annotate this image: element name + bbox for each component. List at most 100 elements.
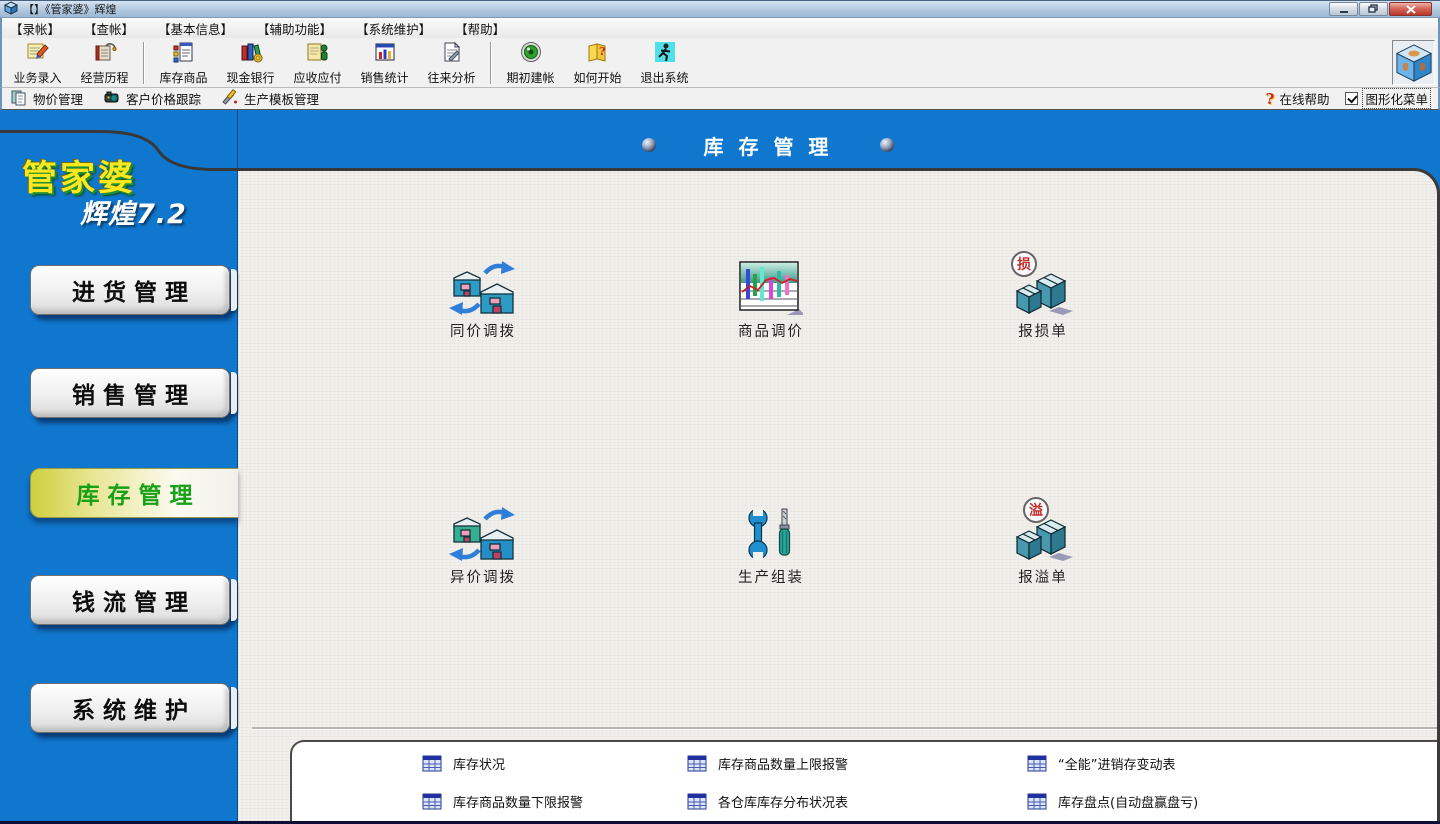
sidebar: 管家婆 辉煌7.2 进货管理 销售管理 库存管理 钱流管理 系统维护 bbox=[0, 110, 238, 821]
graphic-menu-checkbox[interactable] bbox=[1345, 92, 1358, 105]
toolbar-inventory-goods[interactable]: 库存商品 bbox=[150, 40, 217, 86]
production-template-icon bbox=[221, 88, 239, 109]
report-allpower-change-table[interactable]: “全能”进销存变动表 bbox=[1027, 754, 1175, 773]
loss-report-icon: 损 bbox=[1009, 261, 1077, 315]
grid-item-label: 同价调拨 bbox=[450, 320, 516, 341]
inventory-goods-icon bbox=[172, 40, 196, 68]
menu-bar: 【录帐】 【查帐】 【基本信息】 【辅助功能】 【系统维护】 【帮助】 bbox=[0, 18, 1440, 38]
menu-record[interactable]: 【录帐】 bbox=[10, 19, 60, 38]
restore-button[interactable] bbox=[1359, 2, 1388, 16]
reports-panel: 库存状况 库存商品数量上限报警 “全能”进销存变动表 库存商品数量下限报警 各仓… bbox=[290, 740, 1437, 821]
toolbar-business-entry[interactable]: 业务录入 bbox=[4, 40, 71, 86]
logo-version: 辉煌7.2 bbox=[80, 192, 187, 231]
toolbar-cash-bank[interactable]: 现金银行 bbox=[217, 40, 284, 86]
main-area: 库 存 管 理 同价调拨 商品调价 损 bbox=[0, 110, 1440, 821]
app-window: 【】《管家婆》辉煌 【录帐】 【查帐】 【基本信息】 【辅助功能】 【系统维护】… bbox=[0, 0, 1440, 824]
icon-item-same-price-transfer[interactable]: 同价调拨 bbox=[408, 261, 558, 341]
report-label: “全能”进销存变动表 bbox=[1058, 754, 1175, 773]
toolbar-label: 退出系统 bbox=[640, 69, 688, 86]
toolbar-label: 期初建帐 bbox=[506, 69, 554, 86]
page-title: 库 存 管 理 bbox=[704, 131, 833, 160]
grid-item-label: 商品调价 bbox=[738, 320, 804, 341]
report-upper-limit-alert[interactable]: 库存商品数量上限报警 bbox=[687, 754, 848, 773]
sales-stats-icon bbox=[373, 40, 397, 68]
icon-item-goods-price-adjust[interactable]: 商品调价 bbox=[696, 261, 846, 341]
same-price-transfer-icon bbox=[449, 261, 517, 315]
toolbar-how-to-start[interactable]: ? 如何开始 bbox=[564, 40, 631, 86]
online-help-button[interactable]: ? 在线帮助 bbox=[1266, 89, 1330, 108]
menu-basic-info[interactable]: 【基本信息】 bbox=[158, 19, 233, 38]
production-template-button[interactable]: 生产模板管理 bbox=[221, 88, 319, 109]
sidebar-item-sales[interactable]: 销售管理 bbox=[30, 368, 230, 418]
report-label: 库存状况 bbox=[453, 754, 505, 773]
toolbar-label: 现金银行 bbox=[226, 69, 274, 86]
toolbar-exit-system[interactable]: 退出系统 bbox=[631, 40, 698, 86]
toolbar-separator bbox=[490, 42, 492, 84]
table-icon bbox=[422, 755, 442, 772]
business-history-icon bbox=[93, 40, 117, 68]
price-management-button[interactable]: 物价管理 bbox=[10, 88, 83, 109]
sphere-bullet-icon bbox=[642, 138, 656, 152]
toolbar-label: 如何开始 bbox=[573, 69, 621, 86]
close-button[interactable] bbox=[1389, 2, 1432, 16]
toolbar-label: 应收应付 bbox=[293, 69, 341, 86]
how-to-start-icon: ? bbox=[586, 40, 610, 68]
graphic-menu-label: 图形化菜单 bbox=[1363, 89, 1430, 108]
customer-price-tracking-label: 客户价格跟踪 bbox=[126, 89, 201, 108]
toolbar-business-history[interactable]: 经营历程 bbox=[71, 40, 138, 86]
toolbar-label: 库存商品 bbox=[159, 69, 207, 86]
report-warehouse-distribution[interactable]: 各仓库库存分布状况表 bbox=[687, 792, 848, 811]
toolbar-label: 业务录入 bbox=[13, 69, 61, 86]
gain-report-icon: 溢 bbox=[1009, 507, 1077, 561]
contacts-analysis-icon bbox=[440, 40, 464, 68]
report-lower-limit-alert[interactable]: 库存商品数量下限报警 bbox=[422, 792, 583, 811]
icon-item-gain-report[interactable]: 溢 报溢单 bbox=[968, 507, 1118, 587]
graphic-menu-toggle[interactable]: 图形化菜单 bbox=[1345, 89, 1430, 108]
page-header: 库 存 管 理 bbox=[238, 132, 1298, 158]
icon-item-production-assembly[interactable]: 生产组装 bbox=[696, 507, 846, 587]
icon-item-loss-report[interactable]: 损 报损单 bbox=[968, 261, 1118, 341]
sidebar-item-system-maintenance[interactable]: 系统维护 bbox=[30, 683, 230, 733]
report-label: 库存盘点(自动盘赢盘亏) bbox=[1058, 792, 1198, 811]
goods-price-adjust-icon bbox=[737, 261, 805, 315]
main-toolbar: 业务录入 经营历程 库存商品 现金银行 应收应付 销售统计 往来分析 bbox=[0, 38, 1440, 88]
gain-badge: 溢 bbox=[1023, 497, 1049, 523]
table-icon bbox=[1027, 755, 1047, 772]
report-inventory-status[interactable]: 库存状况 bbox=[422, 754, 505, 773]
titlebar: 【】《管家婆》辉煌 bbox=[0, 0, 1440, 18]
sidebar-item-cashflow[interactable]: 钱流管理 bbox=[30, 575, 230, 625]
menu-query[interactable]: 【查帐】 bbox=[84, 19, 134, 38]
menu-help[interactable]: 【帮助】 bbox=[455, 19, 505, 38]
receivable-payable-icon bbox=[306, 40, 330, 68]
toolbar-initial-accounts[interactable]: 期初建帐 bbox=[497, 40, 564, 86]
secondary-toolbar: 物价管理 客户价格跟踪 生产模板管理 ? 在线帮助 图形化菜单 bbox=[0, 88, 1440, 110]
table-icon bbox=[1027, 793, 1047, 810]
cube-logo-icon bbox=[1392, 40, 1435, 85]
toolbar-sales-statistics[interactable]: 销售统计 bbox=[351, 40, 418, 86]
toolbar-label: 销售统计 bbox=[360, 69, 408, 86]
svg-text:?: ? bbox=[599, 45, 605, 58]
toolbar-receivable-payable[interactable]: 应收应付 bbox=[284, 40, 351, 86]
customer-price-tracking-button[interactable]: 客户价格跟踪 bbox=[103, 88, 201, 109]
report-stocktake[interactable]: 库存盘点(自动盘赢盘亏) bbox=[1027, 792, 1198, 811]
icon-item-diff-price-transfer[interactable]: 异价调拨 bbox=[408, 507, 558, 587]
grid-item-label: 生产组装 bbox=[738, 566, 804, 587]
exit-system-icon bbox=[653, 40, 677, 68]
grid-item-label: 报溢单 bbox=[1018, 566, 1068, 587]
sidebar-item-purchase[interactable]: 进货管理 bbox=[30, 265, 230, 315]
diff-price-transfer-icon bbox=[449, 507, 517, 561]
report-label: 库存商品数量上限报警 bbox=[718, 754, 848, 773]
toolbar-contacts-analysis[interactable]: 往来分析 bbox=[418, 40, 485, 86]
price-management-label: 物价管理 bbox=[33, 89, 83, 108]
window-title: 【】《管家婆》辉煌 bbox=[23, 1, 117, 17]
production-assembly-icon bbox=[737, 507, 805, 561]
minimize-button[interactable] bbox=[1329, 2, 1358, 16]
initial-accounts-icon bbox=[519, 40, 543, 68]
sphere-bullet-icon bbox=[880, 138, 894, 152]
content-panel: 同价调拨 商品调价 损 报损单 异价调拨 bbox=[238, 168, 1440, 821]
menu-aux-functions[interactable]: 【辅助功能】 bbox=[257, 19, 332, 38]
sidebar-item-inventory[interactable]: 库存管理 bbox=[30, 468, 238, 518]
menu-system-maintenance[interactable]: 【系统维护】 bbox=[356, 19, 431, 38]
help-icon: ? bbox=[1266, 90, 1275, 108]
report-label: 库存商品数量下限报警 bbox=[453, 792, 583, 811]
